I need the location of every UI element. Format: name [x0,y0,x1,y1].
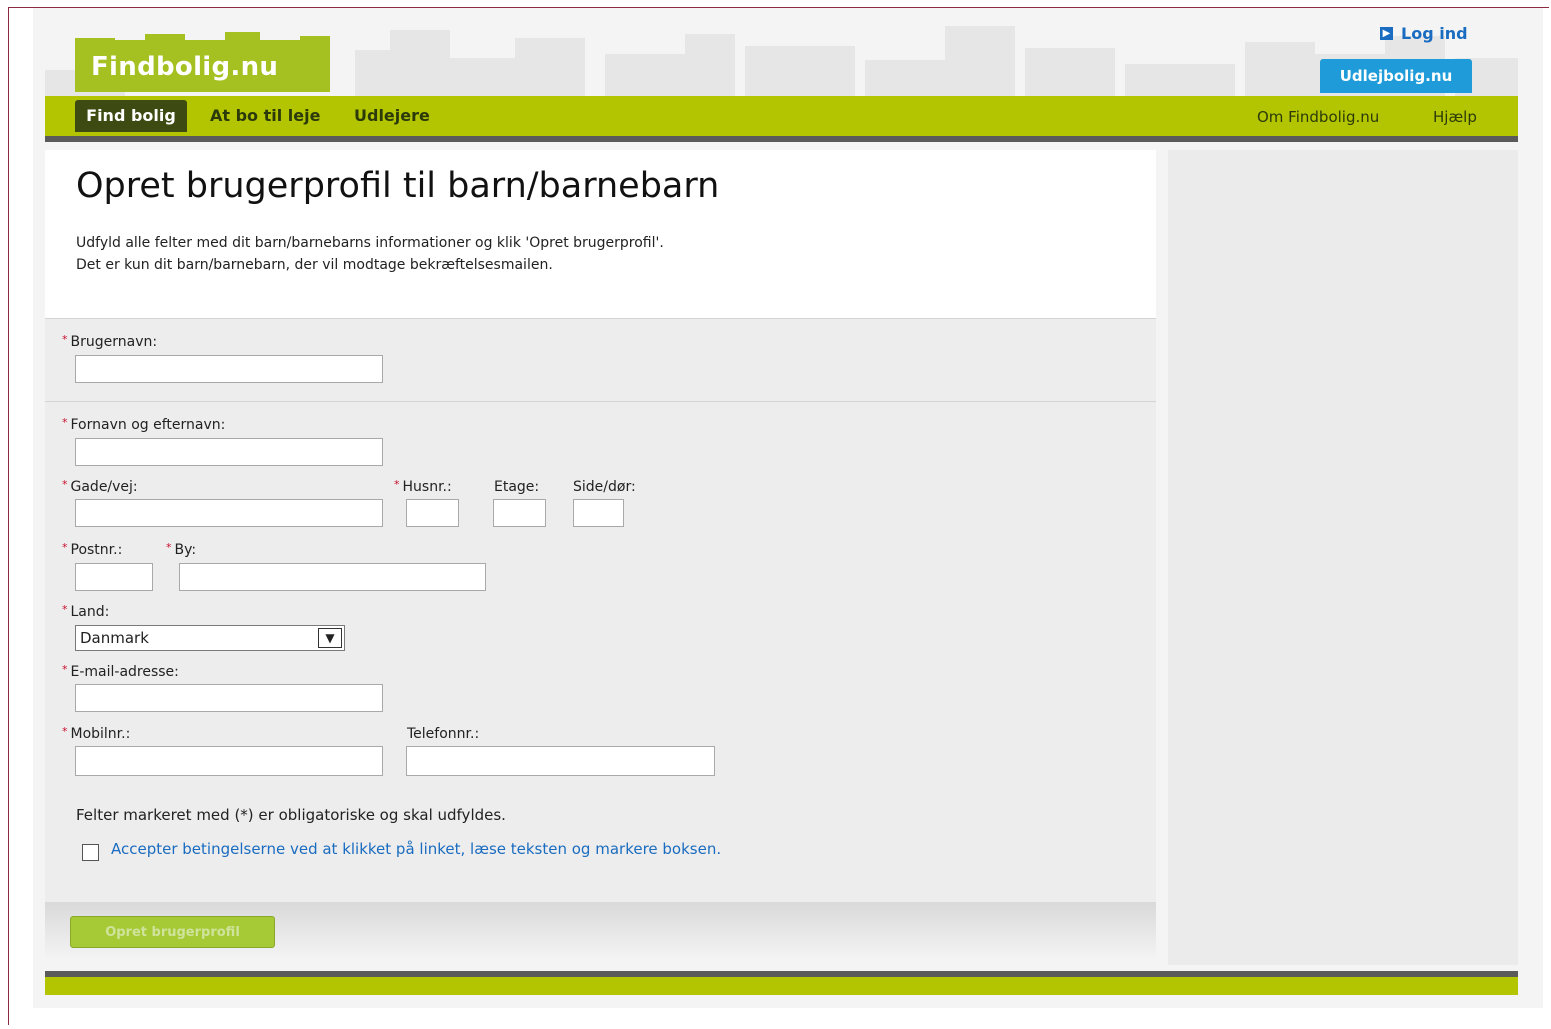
window-frame [8,7,1549,1025]
